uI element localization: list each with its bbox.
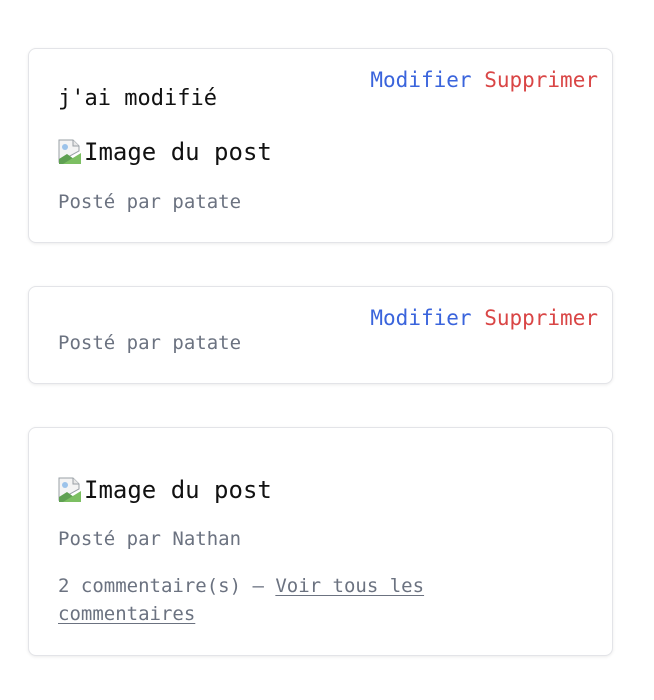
delete-button[interactable]: Supprimer <box>484 68 598 92</box>
comments-summary: 2 commentaire(s) — Voir tous les comment… <box>58 572 488 628</box>
image-alt-text: Image du post <box>84 138 272 166</box>
comments-count: 2 commentaire(s) — <box>58 575 276 597</box>
post-image: Image du post <box>57 474 272 506</box>
post-title: j'ai modifié <box>58 86 217 111</box>
post-actions: Modifier Supprimer <box>370 67 598 93</box>
post-actions: Modifier Supprimer <box>370 305 598 331</box>
post-author: Posté par patate <box>58 332 242 354</box>
post-card: Modifier Supprimer j'ai modifié Image du… <box>28 48 613 243</box>
broken-image-icon <box>58 139 81 164</box>
edit-button[interactable]: Modifier <box>370 306 471 330</box>
image-alt-text: Image du post <box>84 476 272 504</box>
post-author: Posté par Nathan <box>58 528 242 550</box>
delete-button[interactable]: Supprimer <box>484 306 598 330</box>
broken-image-icon <box>58 477 81 502</box>
post-author: Posté par patate <box>58 191 242 213</box>
edit-button[interactable]: Modifier <box>370 68 471 92</box>
post-card: Modifier Supprimer Posté par patate <box>28 286 613 384</box>
post-image: Image du post <box>57 136 272 168</box>
post-card: Image du post Posté par Nathan 2 comment… <box>28 427 613 656</box>
